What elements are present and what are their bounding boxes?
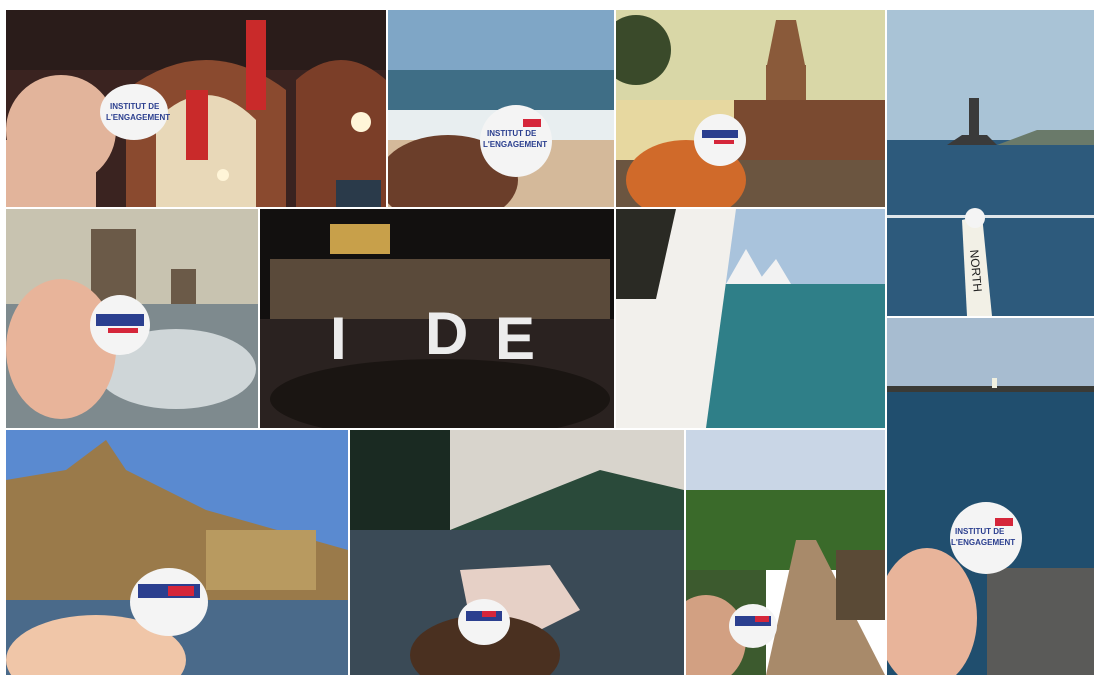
photo-lyon-night-light-painting: I D E — [260, 209, 614, 428]
svg-text:L'ENGAGEMENT: L'ENGAGEMENT — [106, 113, 170, 122]
photo-sydney-opera-house — [616, 209, 885, 428]
svg-text:INSTITUT DE: INSTITUT DE — [955, 527, 1005, 536]
badge-5 — [88, 294, 152, 356]
svg-text:L'ENGAGEMENT: L'ENGAGEMENT — [951, 538, 1015, 547]
svg-text:L'ENGAGEMENT: L'ENGAGEMENT — [483, 140, 547, 149]
badge-9: INSTITUT DE L'ENGAGEMENT — [945, 500, 1027, 576]
photo-lake-mountains — [350, 430, 684, 675]
badge-7 — [456, 597, 512, 647]
photo-mont-saint-michel — [6, 430, 348, 675]
badge-1: INSTITUT DE L'ENGAGEMENT — [98, 82, 170, 142]
badge-3 — [692, 112, 748, 168]
badge-8 — [727, 602, 779, 650]
photo-lighthouse-sea: NORTH — [887, 10, 1094, 316]
light-letter-d: D — [425, 300, 468, 367]
photo-copenhagen-station — [6, 10, 386, 207]
photo-town-hall-clocktower — [616, 10, 885, 207]
light-letter-i: I — [330, 305, 347, 372]
photo-tropical-village-road — [686, 430, 885, 675]
svg-text:INSTITUT DE: INSTITUT DE — [487, 129, 537, 138]
badge-2: INSTITUT DE L'ENGAGEMENT — [475, 103, 557, 179]
badge-4 — [963, 207, 987, 229]
badge-6 — [128, 566, 210, 638]
photo-pier-lighthouse-sea — [887, 318, 1094, 675]
svg-text:INSTITUT DE: INSTITUT DE — [110, 102, 160, 111]
